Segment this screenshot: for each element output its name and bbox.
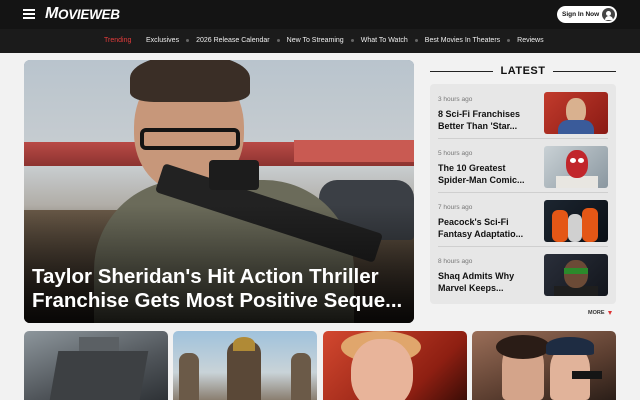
menu-icon[interactable] <box>23 9 35 19</box>
chevron-down-icon <box>607 311 612 315</box>
article-card[interactable] <box>24 331 168 400</box>
nav-link-exclusives[interactable]: Exclusives <box>146 37 179 44</box>
logo-m: M <box>45 5 59 22</box>
latest-list: 3 hours ago 8 Sci-Fi Franchises Better T… <box>430 84 616 304</box>
trending-nav: Trending Exclusives 2026 Release Calenda… <box>0 29 640 53</box>
nav-link-release-calendar[interactable]: 2026 Release Calendar <box>196 37 270 44</box>
nav-link-what-to-watch[interactable]: What To Watch <box>361 37 408 44</box>
card-image-shape <box>291 353 311 400</box>
article-card[interactable] <box>472 331 616 400</box>
sign-in-label: Sign In Now <box>562 11 600 18</box>
latest-item-title[interactable]: Peacock's Sci-Fi Fantasy Adaptatio... <box>438 216 538 240</box>
card-image-shape <box>496 335 550 359</box>
latest-item-time: 3 hours ago <box>438 96 473 103</box>
hero-title[interactable]: Taylor Sheridan's Hit Action Thriller Fr… <box>32 265 412 313</box>
divider <box>553 70 616 72</box>
article-card[interactable] <box>323 331 467 400</box>
logo-text: OVIEWEB <box>58 6 120 22</box>
latest-item-thumbnail[interactable] <box>544 146 608 188</box>
site-header: M OVIEWEB Sign In Now <box>0 0 640 29</box>
card-image-shape <box>351 339 413 400</box>
latest-item[interactable]: 7 hours ago Peacock's Sci-Fi Fantasy Ada… <box>430 192 616 246</box>
nav-link-best-movies[interactable]: Best Movies In Theaters <box>425 37 500 44</box>
latest-item[interactable]: 8 hours ago Shaq Admits Why Marvel Keeps… <box>430 246 616 300</box>
card-image-shape <box>546 337 594 355</box>
latest-item-thumbnail[interactable] <box>544 92 608 134</box>
nav-separator <box>350 39 354 42</box>
latest-item-title[interactable]: The 10 Greatest Spider-Man Comic... <box>438 162 538 186</box>
trending-label: Trending <box>104 37 132 44</box>
nav-separator <box>507 39 511 42</box>
latest-item-title[interactable]: 8 Sci-Fi Franchises Better Than 'Star... <box>438 108 538 132</box>
hero-article[interactable]: Taylor Sheridan's Hit Action Thriller Fr… <box>24 60 414 323</box>
card-image-shape <box>233 337 255 351</box>
divider <box>430 70 493 72</box>
article-card[interactable] <box>173 331 317 400</box>
more-label: MORE <box>588 310 605 316</box>
latest-item-time: 8 hours ago <box>438 258 473 265</box>
user-icon <box>602 8 615 21</box>
site-logo[interactable]: M OVIEWEB <box>45 5 120 23</box>
latest-item-thumbnail[interactable] <box>544 200 608 242</box>
latest-title: LATEST <box>500 65 546 77</box>
latest-item-title[interactable]: Shaq Admits Why Marvel Keeps... <box>438 270 538 294</box>
nav-separator <box>414 39 418 42</box>
latest-item-time: 5 hours ago <box>438 150 473 157</box>
nav-link-reviews[interactable]: Reviews <box>517 37 543 44</box>
trending-links: Exclusives 2026 Release Calendar New To … <box>146 37 544 44</box>
latest-item-time: 7 hours ago <box>438 204 473 211</box>
card-image-shape <box>572 371 602 379</box>
latest-heading: LATEST <box>430 63 616 79</box>
nav-separator <box>186 39 190 42</box>
more-button[interactable]: MORE <box>588 310 612 316</box>
nav-separator <box>276 39 280 42</box>
card-image-shape <box>179 353 199 400</box>
latest-item[interactable]: 3 hours ago 8 Sci-Fi Franchises Better T… <box>430 84 616 138</box>
latest-item-thumbnail[interactable] <box>544 254 608 296</box>
latest-item[interactable]: 5 hours ago The 10 Greatest Spider-Man C… <box>430 138 616 192</box>
sign-in-button[interactable]: Sign In Now <box>557 6 617 23</box>
card-image-shape <box>49 351 149 400</box>
nav-link-new-to-streaming[interactable]: New To Streaming <box>287 37 344 44</box>
